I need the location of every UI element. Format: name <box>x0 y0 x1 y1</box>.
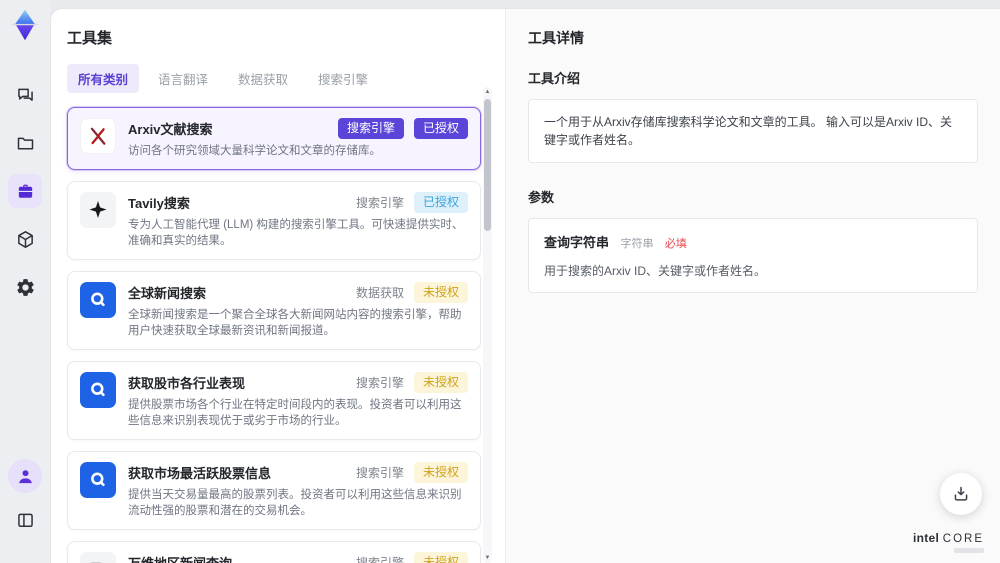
stock-sector-icon <box>80 372 116 408</box>
category-tabs: 所有类别 语言翻译 数据获取 搜索引擎 <box>67 64 481 93</box>
toolbox-icon[interactable] <box>8 174 42 208</box>
app-window: 工具集 所有类别 语言翻译 数据获取 搜索引擎 Arxiv文献搜索 访问各个研究… <box>0 0 1000 563</box>
tool-card-active-stocks[interactable]: 获取市场最活跃股票信息 提供当天交易量最高的股票列表。投资者可以利用这些信息来识… <box>67 451 481 530</box>
param-name: 查询字符串 <box>544 235 610 250</box>
param-type: 字符串 <box>620 238 654 250</box>
panel-toggle-icon[interactable] <box>8 503 42 537</box>
category-badge: 搜索引擎 <box>355 196 404 210</box>
tool-intro-text: 一个用于从Arxiv存储库搜索科学论文和文章的工具。 输入可以是Arxiv ID… <box>528 99 978 163</box>
category-badge: 搜索引擎 <box>355 376 404 390</box>
tool-description: 提供当天交易量最高的股票列表。投资者可以利用这些信息来识别流动性强的股票和潜在的… <box>128 489 462 517</box>
tab-search-engine[interactable]: 搜索引擎 <box>307 64 379 93</box>
user-icon[interactable] <box>8 459 42 493</box>
category-badge: 搜索引擎 <box>355 556 404 563</box>
tool-description: 专为人工智能代理 (LLM) 构建的搜索引擎工具。可快速提供实时、准确和真实的结… <box>128 219 464 247</box>
page-title: 工具集 <box>67 30 113 47</box>
brand-secondary: CORE <box>942 533 984 545</box>
chat-icon[interactable] <box>8 78 42 112</box>
download-button[interactable] <box>940 473 982 515</box>
folder-icon[interactable] <box>8 126 42 160</box>
tool-description: 提供股票市场各个行业在特定时间段内的表现。投资者可以利用这些信息来识别表现优于或… <box>128 399 462 427</box>
tab-language-translation[interactable]: 语言翻译 <box>147 64 219 93</box>
active-stocks-icon <box>80 462 116 498</box>
brand-sub-mark <box>954 548 984 553</box>
intro-heading: 工具介绍 <box>528 71 581 86</box>
toolset-panel: 工具集 所有类别 语言翻译 数据获取 搜索引擎 Arxiv文献搜索 访问各个研究… <box>51 9 505 563</box>
detail-title: 工具详情 <box>528 30 584 46</box>
parameter-item: 查询字符串 字符串 必填 用于搜索的Arxiv ID、关键字或作者姓名。 <box>528 218 978 293</box>
category-badge: 搜索引擎 <box>355 466 404 480</box>
scroll-up-arrow[interactable]: ▲ <box>483 88 492 96</box>
tool-detail-panel: 工具详情 工具介绍 一个用于从Arxiv存储库搜索科学论文和文章的工具。 输入可… <box>505 9 1000 563</box>
list-scrollbar[interactable]: ▲ ▼ <box>483 87 492 563</box>
settings-icon[interactable] <box>8 270 42 304</box>
tab-data-acquisition[interactable]: 数据获取 <box>227 64 299 93</box>
download-icon <box>954 486 968 501</box>
params-heading: 参数 <box>528 190 555 205</box>
scrollbar-thumb[interactable] <box>484 99 491 231</box>
category-badge: 搜索引擎 <box>337 118 404 139</box>
param-required-badge: 必填 <box>664 238 687 250</box>
intel-core-logo: intel CORE <box>913 531 984 553</box>
tool-card-regional-news[interactable]: 万维地区新闻查询 查询具体行政区划内的新闻，快速了解各地新闻动 搜索引擎 未授权 <box>67 541 481 563</box>
status-badge: 已授权 <box>413 192 468 213</box>
param-description: 用于搜索的Arxiv ID、关键字或作者姓名。 <box>544 264 767 278</box>
arxiv-logo-icon <box>80 118 116 154</box>
tool-description: 全球新闻搜索是一个聚合全球各大新闻网站内容的搜索引擎，帮助用户快速获取全球最新资… <box>128 309 462 337</box>
status-badge: 未授权 <box>413 552 468 563</box>
status-badge: 未授权 <box>413 372 468 393</box>
status-badge: 未授权 <box>413 282 468 303</box>
category-badge: 数据获取 <box>355 286 404 300</box>
newspaper-icon <box>80 552 116 563</box>
news-search-icon <box>80 282 116 318</box>
tab-all-categories[interactable]: 所有类别 <box>67 64 140 93</box>
tool-card-global-news[interactable]: 全球新闻搜索 全球新闻搜索是一个聚合全球各大新闻网站内容的搜索引擎，帮助用户快速… <box>67 271 481 350</box>
tool-card-list: Arxiv文献搜索 访问各个研究领域大量科学论文和文章的存储库。 搜索引擎 已授… <box>67 107 481 563</box>
brand-primary: intel <box>912 531 940 545</box>
left-rail <box>0 0 50 563</box>
tool-card-tavily[interactable]: Tavily搜索 专为人工智能代理 (LLM) 构建的搜索引擎工具。可快速提供实… <box>67 181 481 260</box>
app-logo <box>8 8 42 42</box>
tool-card-arxiv[interactable]: Arxiv文献搜索 访问各个研究领域大量科学论文和文章的存储库。 搜索引擎 已授… <box>67 107 481 170</box>
tool-card-stock-sectors[interactable]: 获取股市各行业表现 提供股票市场各个行业在特定时间段内的表现。投资者可以利用这些… <box>67 361 481 440</box>
scroll-down-arrow[interactable]: ▼ <box>483 554 492 562</box>
package-icon[interactable] <box>8 222 42 256</box>
main-content: 工具集 所有类别 语言翻译 数据获取 搜索引擎 Arxiv文献搜索 访问各个研究… <box>50 8 1000 563</box>
status-badge: 已授权 <box>413 118 468 139</box>
tool-description: 访问各个研究领域大量科学论文和文章的存储库。 <box>128 145 381 157</box>
star-icon <box>80 192 116 228</box>
status-badge: 未授权 <box>413 462 468 483</box>
